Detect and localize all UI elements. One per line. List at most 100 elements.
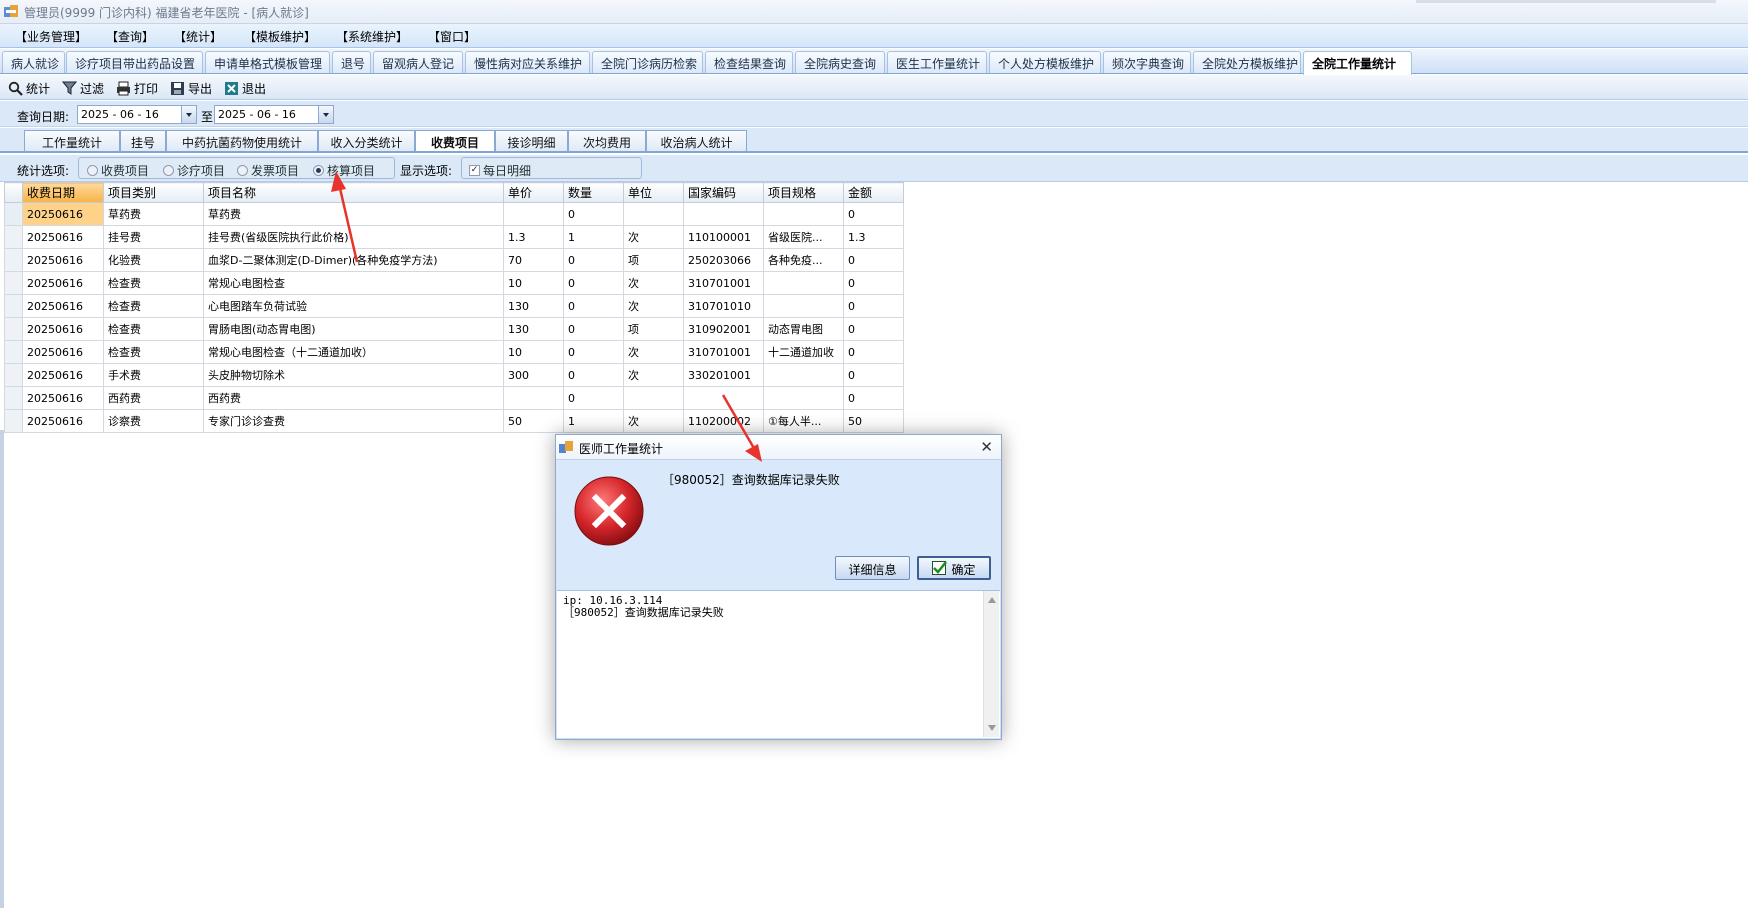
table-row[interactable]: 20250616 手术费 头皮肿物切除术 300 0 次 330201001 0 [4,363,904,387]
table-cell[interactable]: 0 [563,271,624,295]
menu-template[interactable]: 【模板维护】 [244,28,316,45]
radio-accounting-items[interactable]: 核算项目 [313,162,375,179]
table-cell[interactable]: 十二通道加收 [763,340,844,364]
subtab-visit-detail[interactable]: 接诊明细 [495,130,568,151]
table-cell[interactable]: 50 [843,409,904,433]
table-cell[interactable]: 常规心电图检查 [203,271,504,295]
table-cell[interactable]: 20250616 [22,317,104,341]
table-cell[interactable]: 0 [843,317,904,341]
table-cell[interactable] [763,363,844,387]
table-cell[interactable]: 次 [623,294,684,318]
radio-treatment-items[interactable]: 诊疗项目 [163,162,225,179]
table-cell[interactable]: 330201001 [683,363,764,387]
table-cell[interactable]: 项 [623,248,684,272]
modtab-doctor-workload[interactable]: 医生工作量统计 [887,51,987,73]
table-cell[interactable]: 0 [843,271,904,295]
subtab-income-class[interactable]: 收入分类统计 [318,130,415,151]
row-header[interactable] [4,363,23,387]
table-cell[interactable]: 1.3 [503,225,564,249]
row-header[interactable] [4,386,23,410]
col-header[interactable]: 项目名称 [203,182,504,203]
col-header[interactable]: 收费日期 [22,182,104,203]
table-cell[interactable]: 草药费 [103,202,204,226]
export-button[interactable]: 导出 [170,79,212,97]
table-cell[interactable]: 10 [503,340,564,364]
table-cell[interactable] [763,294,844,318]
table-cell[interactable]: 50 [503,409,564,433]
table-cell[interactable]: 0 [843,248,904,272]
table-cell[interactable]: 0 [563,248,624,272]
print-button[interactable]: 打印 [116,79,158,97]
modtab-record-search[interactable]: 全院门诊病历检索 [592,51,703,73]
table-cell[interactable] [623,202,684,226]
subtab-charge-items[interactable]: 收费项目 [415,130,495,151]
modtab-personal-template[interactable]: 个人处方模板维护 [989,51,1101,73]
table-cell[interactable]: 0 [843,294,904,318]
col-header[interactable]: 数量 [563,182,624,203]
close-icon[interactable]: ✕ [980,438,993,456]
radio-invoice-items[interactable]: 发票项目 [237,162,299,179]
table-cell[interactable]: 草药费 [203,202,504,226]
table-cell[interactable]: 0 [563,294,624,318]
table-cell[interactable]: 次 [623,409,684,433]
table-cell[interactable]: 130 [503,317,564,341]
table-cell[interactable]: 次 [623,340,684,364]
table-cell[interactable]: 次 [623,271,684,295]
scroll-down-icon[interactable] [988,725,996,731]
modtab-hospital-template[interactable]: 全院处方模板维护 [1193,51,1301,73]
table-cell[interactable]: 1 [563,409,624,433]
table-cell[interactable]: 0 [843,386,904,410]
table-cell[interactable]: 0 [843,202,904,226]
table-cell[interactable] [683,202,764,226]
table-row[interactable]: 20250616 西药费 西药费 0 0 [4,386,904,410]
table-cell[interactable]: ①每人半... [763,409,844,433]
table-cell[interactable]: 化验费 [103,248,204,272]
table-cell[interactable]: 挂号费(省级医院执行此价格) [203,225,504,249]
table-cell[interactable]: 诊察费 [103,409,204,433]
table-cell[interactable]: 20250616 [22,248,104,272]
table-row[interactable]: 20250616 挂号费 挂号费(省级医院执行此价格) 1.3 1 次 110100001 省… [4,225,904,249]
table-cell[interactable]: 专家门诊诊查费 [203,409,504,433]
menu-window[interactable]: 【窗口】 [428,28,476,45]
table-cell[interactable]: 0 [843,340,904,364]
table-cell[interactable]: 0 [563,386,624,410]
modtab-observation[interactable]: 留观病人登记 [373,51,463,73]
subtab-antibiotics[interactable]: 中药抗菌药物使用统计 [166,130,318,151]
col-header[interactable]: 单价 [503,182,564,203]
table-cell[interactable]: 310701010 [683,294,764,318]
table-cell[interactable]: 心电图踏车负荷试验 [203,294,504,318]
table-cell[interactable]: 挂号费 [103,225,204,249]
col-header[interactable]: 国家编码 [683,182,764,203]
col-header[interactable]: 项目类别 [103,182,204,203]
table-row[interactable]: 20250616 检查费 心电图踏车负荷试验 130 0 次 310701010 0 [4,294,904,318]
table-row[interactable]: 20250616 检查费 胃肠电图(动态胃电图) 130 0 项 310902001 动态胃电… [4,317,904,341]
table-cell[interactable]: 20250616 [22,225,104,249]
table-cell[interactable]: 检查费 [103,340,204,364]
menu-system[interactable]: 【系统维护】 [336,28,408,45]
table-cell[interactable]: 0 [563,317,624,341]
table-cell[interactable]: 1.3 [843,225,904,249]
table-cell[interactable]: 310902001 [683,317,764,341]
table-cell[interactable]: 110100001 [683,225,764,249]
table-row[interactable]: 20250616 检查费 常规心电图检查 10 0 次 310701001 0 [4,271,904,295]
stat-button[interactable]: 统计 [8,79,50,97]
table-cell[interactable]: 20250616 [22,202,104,226]
daily-detail-checkbox[interactable]: ✓ 每日明细 [469,162,531,179]
date-to-field[interactable]: 2025 - 06 - 16 [214,105,334,124]
table-cell[interactable]: 1 [563,225,624,249]
col-header[interactable]: 单位 [623,182,684,203]
table-cell[interactable]: 次 [623,363,684,387]
table-cell[interactable]: 20250616 [22,271,104,295]
modtab-drug-setting[interactable]: 诊疗项目带出药品设置 [66,51,203,73]
table-cell[interactable]: 西药费 [103,386,204,410]
table-row[interactable]: 20250616 草药费 草药费 0 0 [4,202,904,226]
table-cell[interactable]: 0 [563,202,624,226]
ok-button[interactable]: 确定 [917,556,991,580]
modtab-refund[interactable]: 退号 [332,51,371,73]
date-from-field[interactable]: 2025 - 06 - 16 [77,105,197,124]
table-cell[interactable]: 310701001 [683,340,764,364]
table-cell[interactable] [683,386,764,410]
table-cell[interactable] [503,386,564,410]
filter-button[interactable]: 过滤 [62,79,104,97]
exit-button[interactable]: 退出 [224,79,266,97]
